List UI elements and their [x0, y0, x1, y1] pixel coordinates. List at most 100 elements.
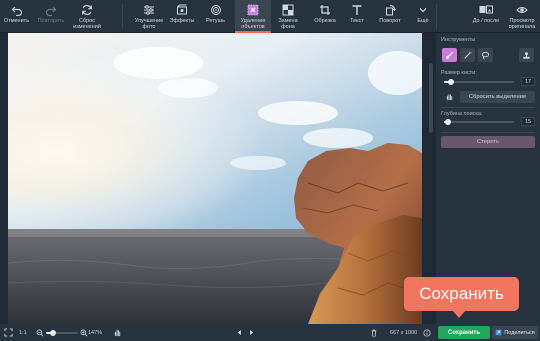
view-original-label: Просмотр оригинала	[508, 18, 536, 30]
eye-icon	[516, 7, 528, 13]
chevron-down-icon	[419, 8, 427, 13]
triangle-right-icon	[250, 330, 254, 335]
trash-icon	[371, 329, 377, 337]
fit-screen-button[interactable]	[4, 324, 13, 341]
rotate-icon	[386, 4, 396, 16]
before-after-icon	[479, 5, 493, 14]
crop-label: Обрезка	[314, 18, 336, 24]
brush-size-value[interactable]: 17	[521, 77, 535, 86]
zoom-ratio-button[interactable]: 1:1	[19, 324, 27, 341]
pan-button[interactable]	[113, 324, 122, 341]
before-after-label: До / после	[472, 18, 500, 24]
info-icon	[423, 328, 431, 337]
rotate-button[interactable]: Поворот	[374, 0, 406, 33]
lasso-tool[interactable]	[478, 48, 493, 62]
effects-icon	[177, 4, 187, 15]
save-button[interactable]: Сохранить	[438, 326, 490, 339]
redo-button[interactable]: Повторить	[33, 0, 69, 33]
zoom-in-icon	[80, 329, 88, 336]
magic-wand-icon	[464, 50, 472, 59]
hand-icon	[445, 94, 452, 101]
zoom-slider-knob[interactable]	[50, 330, 56, 336]
photo-image	[8, 33, 422, 324]
main-toolbar: Отменить Повторить Сброс изменений Улучш…	[0, 0, 540, 33]
enhance-button[interactable]: Улучшение фото	[131, 0, 167, 33]
retouch-label: Ретушь	[206, 18, 225, 24]
text-label: Текст	[350, 18, 364, 24]
retouch-icon	[210, 5, 221, 15]
previous-image-button[interactable]	[236, 324, 243, 341]
reset-label: Сброс изменений	[73, 18, 101, 30]
reset-selection-button[interactable]: Сбросить выделение	[460, 91, 535, 103]
next-image-button[interactable]	[248, 324, 255, 341]
hand-tool[interactable]	[442, 91, 456, 102]
text-button[interactable]: Текст	[342, 0, 372, 33]
zoom-in-button[interactable]	[80, 324, 88, 341]
magic-wand-tool[interactable]	[460, 48, 475, 62]
status-bar: 1:1 147% 667 x 1000 Сохранить Поделиться	[0, 324, 540, 341]
effects-label: Эффекты	[169, 18, 195, 24]
zoom-out-icon	[36, 329, 44, 336]
crop-icon	[320, 5, 330, 15]
brush-icon	[446, 51, 454, 59]
stamp-icon	[523, 51, 530, 59]
panel-divider	[441, 107, 535, 108]
hand-icon	[114, 329, 121, 337]
view-original-button[interactable]: Просмотр оригинала	[504, 0, 540, 33]
fullscreen-icon	[4, 328, 13, 337]
toolbar-divider-right	[436, 4, 437, 29]
stamp-tool[interactable]	[519, 48, 534, 62]
more-label: Ещё	[417, 18, 429, 24]
zoom-percent: 147%	[88, 329, 103, 336]
delete-button[interactable]	[370, 324, 378, 341]
share-label: Поделиться	[504, 329, 535, 336]
search-depth-slider-knob[interactable]	[445, 119, 451, 125]
refresh-icon	[82, 4, 92, 16]
before-after-button[interactable]: До / после	[468, 0, 504, 33]
brush-size-slider[interactable]	[444, 79, 514, 85]
remove-objects-icon	[247, 4, 259, 16]
retouch-button[interactable]: Ретушь	[199, 0, 232, 33]
lasso-icon	[481, 51, 490, 60]
more-button[interactable]: Ещё	[412, 0, 434, 33]
toolbar-divider	[122, 4, 123, 29]
triangle-left-icon	[237, 330, 241, 335]
crop-button[interactable]: Обрезка	[308, 0, 342, 33]
image-size: 667 x 1000	[390, 329, 418, 336]
undo-button[interactable]: Отменить	[0, 0, 33, 33]
replace-background-icon	[282, 4, 294, 16]
redo-label: Повторить	[37, 18, 65, 24]
undo-icon	[11, 6, 22, 16]
scrollbar-thumb[interactable]	[429, 63, 433, 133]
info-button[interactable]	[423, 324, 431, 341]
save-callout: Сохранить	[404, 277, 519, 311]
replace-background-button[interactable]: Замена фона	[271, 0, 305, 33]
brush-size-slider-knob[interactable]	[448, 79, 454, 85]
search-depth-slider[interactable]	[444, 119, 514, 125]
erase-button[interactable]: Стереть	[441, 136, 535, 148]
remove-objects-label: Удаление объектов	[240, 18, 266, 30]
replace-background-label: Замена фона	[278, 18, 298, 30]
undo-label: Отменить	[3, 18, 30, 24]
enhance-label: Улучшение фото	[134, 18, 164, 30]
reset-button[interactable]: Сброс изменений	[69, 0, 105, 33]
app-window: Отменить Повторить Сброс изменений Улучш…	[0, 0, 540, 341]
effects-button[interactable]: Эффекты	[167, 0, 197, 33]
remove-objects-tab[interactable]: Удаление объектов	[235, 0, 271, 33]
search-depth-value[interactable]: 15	[521, 117, 535, 126]
text-icon	[352, 5, 362, 15]
zoom-out-button[interactable]	[36, 324, 44, 341]
panel-divider-2	[441, 132, 535, 133]
callout-pointer	[452, 310, 466, 318]
share-icon	[496, 329, 502, 336]
search-depth-label: Глубина поиска:	[441, 111, 483, 117]
zoom-slider[interactable]	[46, 330, 78, 336]
sliders-icon	[144, 5, 154, 15]
photo-canvas[interactable]	[8, 33, 422, 324]
rotate-label: Поворот	[379, 18, 401, 24]
brush-tool[interactable]	[442, 48, 457, 62]
tools-label: Инструменты	[441, 37, 476, 43]
redo-icon	[45, 6, 57, 16]
share-button[interactable]: Поделиться	[492, 326, 538, 339]
brush-size-label: Размер кисти:	[441, 70, 477, 76]
